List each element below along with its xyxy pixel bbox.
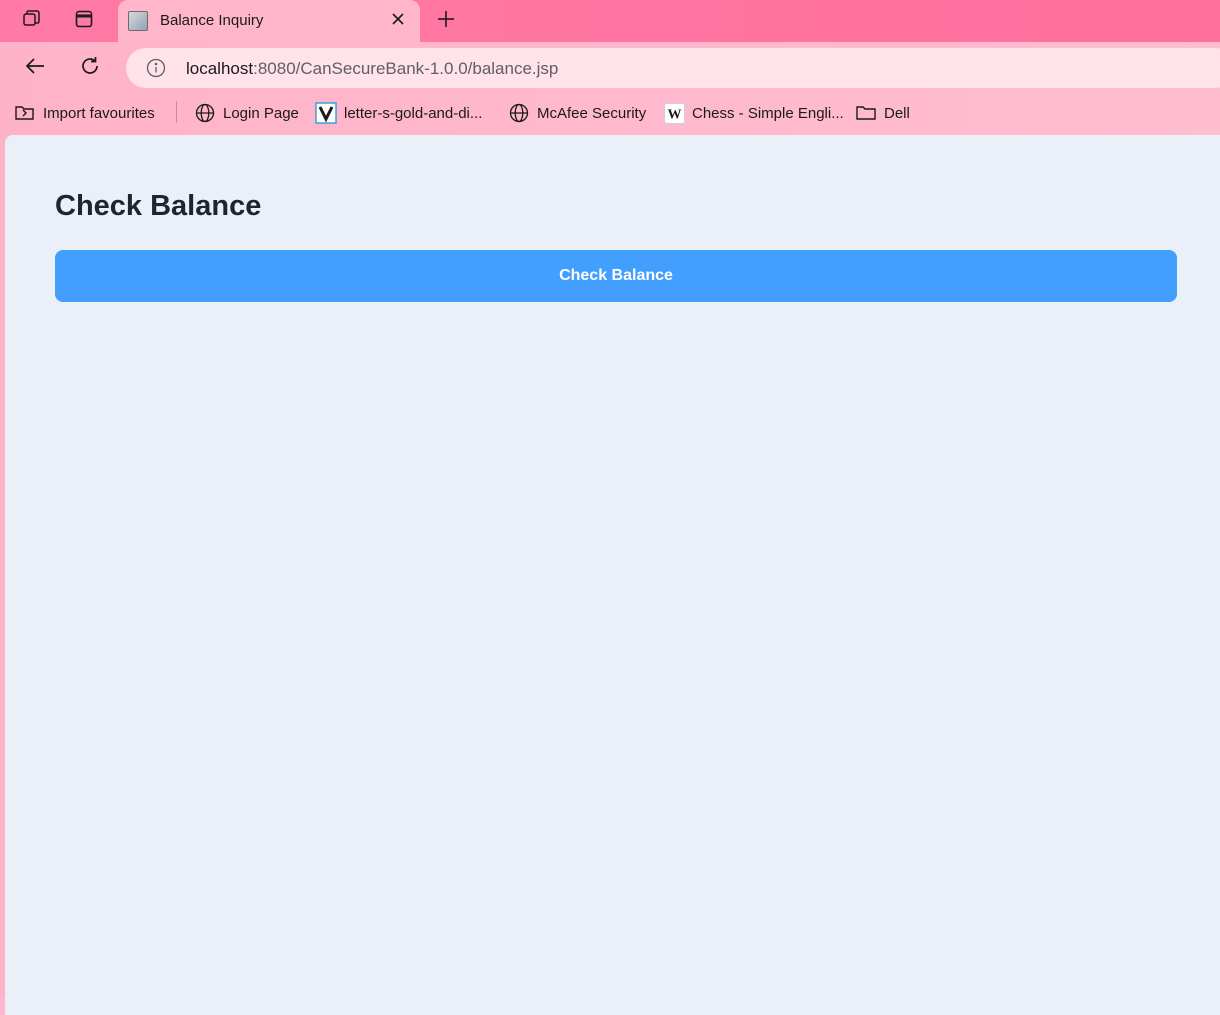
- page-favicon-icon: [128, 11, 148, 31]
- tab-balance-inquiry[interactable]: Balance Inquiry: [118, 0, 420, 42]
- navigation-toolbar: localhost:8080/CanSecureBank-1.0.0/balan…: [0, 42, 1220, 94]
- url-text: localhost:8080/CanSecureBank-1.0.0/balan…: [186, 59, 558, 79]
- bookmark-label: letter-s-gold-and-di...: [344, 104, 483, 122]
- check-balance-button[interactable]: Check Balance: [55, 250, 1177, 302]
- bookmarks-list: Login Page letter-s-gold-and-di... McAfe…: [0, 94, 1220, 132]
- wikipedia-icon: W: [663, 102, 685, 124]
- plus-icon: [436, 9, 456, 34]
- site-info-icon[interactable]: [146, 58, 166, 78]
- bookmark-folder-dell[interactable]: Dell: [855, 100, 910, 126]
- refresh-icon: [79, 55, 101, 82]
- close-tab-button[interactable]: [386, 9, 410, 33]
- bookmark-letter-s-gold[interactable]: letter-s-gold-and-di...: [315, 100, 482, 126]
- back-arrow-icon: [24, 55, 46, 82]
- url-host: localhost: [186, 59, 254, 78]
- refresh-button[interactable]: [72, 50, 108, 86]
- page-title: Check Balance: [55, 190, 262, 222]
- bookmark-label: Login Page: [223, 104, 299, 122]
- tab-title: Balance Inquiry: [160, 12, 264, 29]
- tab-strip: Balance Inquiry: [0, 0, 1220, 42]
- folder-icon: [855, 102, 877, 124]
- tab-actions-button[interactable]: [68, 6, 100, 36]
- workspaces-icon: [21, 8, 43, 35]
- svg-text:W: W: [667, 107, 681, 122]
- close-icon: [391, 12, 405, 31]
- url-path: :8080/CanSecureBank-1.0.0/balance.jsp: [253, 59, 559, 78]
- new-tab-button[interactable]: [430, 6, 462, 36]
- bookmark-login-page[interactable]: Login Page: [194, 100, 299, 126]
- bookmark-label: McAfee Security: [537, 104, 647, 122]
- address-bar[interactable]: localhost:8080/CanSecureBank-1.0.0/balan…: [126, 48, 1220, 88]
- globe-icon: [508, 102, 530, 124]
- v-logo-icon: [315, 102, 337, 124]
- bookmark-label: Dell: [884, 104, 910, 122]
- bookmark-mcafee-security[interactable]: McAfee Security: [508, 100, 646, 126]
- workspaces-button[interactable]: [16, 6, 48, 36]
- back-button[interactable]: [17, 50, 53, 86]
- page-content: Check Balance Check Balance: [5, 135, 1220, 1015]
- browser-window: Balance Inquiry localhost:8080/CanSecure…: [0, 0, 1220, 1015]
- globe-icon: [194, 102, 216, 124]
- tab-actions-icon: [74, 9, 94, 34]
- bookmark-label: Chess - Simple Engli...: [692, 104, 844, 122]
- bookmark-chess-simple-english[interactable]: W Chess - Simple Engli...: [663, 100, 844, 126]
